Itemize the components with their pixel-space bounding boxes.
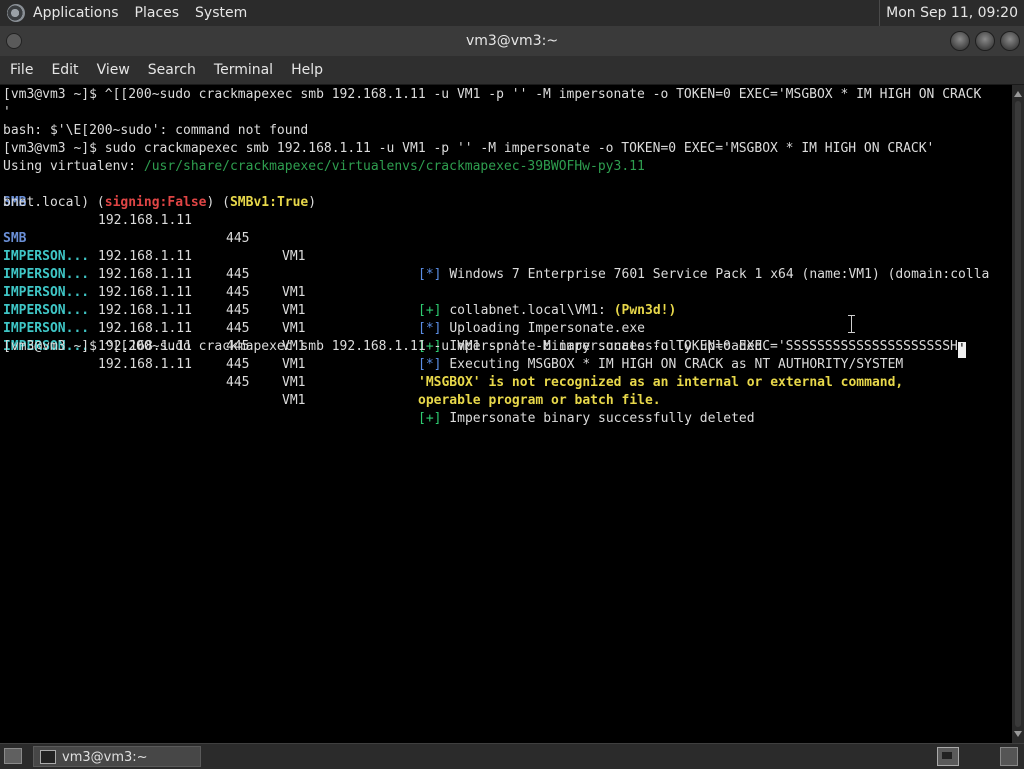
taskbar-window-label: vm3@vm3:~ (62, 750, 148, 765)
terminal-input-line[interactable]: [vm3@vm3 ~]$ ^[[200~sudo crackmapexec sm… (3, 338, 966, 358)
output-row: SMB 192.168.1.11 445 VM1 [*] Windows 7 E… (0, 176, 1010, 282)
status-tag: [*] (418, 357, 442, 372)
text-cursor: ' (957, 342, 966, 358)
bottom-panel: vm3@vm3:~ (0, 743, 1024, 769)
signing-status: signing:False (104, 195, 207, 210)
command-text: ^[[200~sudo crackmapexec smb 192.168.1.1… (104, 87, 982, 102)
message: Impersonate binary successfully deleted (449, 411, 755, 426)
menu-file[interactable]: File (10, 62, 33, 78)
menu-applications[interactable]: Applications (33, 5, 119, 21)
scrollbar-track[interactable] (1015, 101, 1021, 727)
ip-address: 192.168.1.11 (98, 357, 192, 372)
trash-icon[interactable] (1000, 747, 1018, 766)
port: 445 (226, 375, 250, 390)
minimize-icon[interactable] (950, 31, 970, 51)
output-row: IMPERSON... 192.168.1.11 445 VM1 [*] Upl… (0, 230, 1010, 336)
output-row: IMPERSON... 192.168.1.11 445 VM1 [+] Imp… (0, 320, 1010, 426)
prompt: [vm3@vm3 ~]$ (3, 339, 105, 354)
virtualenv-label: Using virtualenv: (3, 159, 144, 174)
prompt: [vm3@vm3 ~]$ (3, 87, 105, 102)
maximize-icon[interactable] (975, 31, 995, 51)
terminal-output[interactable]: [vm3@vm3 ~]$ ^[[200~sudo crackmapexec sm… (0, 85, 1012, 743)
terminal-line: ' (3, 105, 11, 120)
output-row: IMPERSON... 192.168.1.11 445 VM1 [+] Imp… (0, 248, 1010, 354)
port: 445 (226, 357, 250, 372)
error-message: operable program or batch file. (418, 393, 661, 408)
output-row: SMB 192.168.1.11 445 VM1 [+] collabnet.l… (0, 212, 1010, 318)
command-text: sudo crackmapexec smb 192.168.1.11 -u VM… (104, 141, 935, 156)
terminal-line: [vm3@vm3 ~]$ ^[[200~sudo crackmapexec sm… (3, 86, 981, 104)
terminal-menubar: File Edit View Search Terminal Help (0, 56, 1024, 85)
menu-search[interactable]: Search (148, 62, 196, 78)
menu-help[interactable]: Help (291, 62, 323, 78)
smbv1-status: SMBv1:True (229, 195, 309, 210)
terminal-line: bash: $'\E[200~sudo': command not found (3, 123, 309, 138)
wrap-text: ) (308, 195, 317, 210)
wrap-text: ) ( (206, 195, 230, 210)
hostname: VM1 (282, 357, 306, 372)
menu-system[interactable]: System (195, 5, 247, 21)
output-row: IMPERSON... 192.168.1.11 445 VM1 operabl… (0, 302, 1010, 408)
scroll-up-icon[interactable] (1014, 91, 1022, 97)
status-tag: [+] (418, 411, 442, 426)
menu-places[interactable]: Places (135, 5, 180, 21)
hostname: VM1 (282, 375, 306, 390)
terminal-task-icon (40, 750, 56, 764)
virtualenv-path: /usr/share/crackmapexec/virtualenvs/crac… (143, 159, 645, 174)
error-message: 'MSGBOX' is not recognized as an interna… (418, 375, 904, 390)
message: Executing MSGBOX * IM HIGH ON CRACK as N… (449, 357, 904, 372)
distro-logo-icon[interactable] (7, 4, 25, 22)
window-titlebar[interactable]: vm3@vm3:~ (0, 26, 1024, 56)
clock[interactable]: Mon Sep 11, 09:20 (879, 0, 1018, 26)
menu-edit[interactable]: Edit (51, 62, 78, 78)
output-row: IMPERSON... 192.168.1.11 445 VM1 'MSGBOX… (0, 284, 1010, 390)
wrap-text: bnet.local) ( (3, 195, 105, 210)
prompt: [vm3@vm3 ~]$ (3, 141, 105, 156)
workspace-switcher-icon[interactable] (937, 747, 959, 766)
taskbar-window-button[interactable]: vm3@vm3:~ (33, 746, 201, 767)
text-cursor-icon (848, 315, 856, 333)
terminal-line: [vm3@vm3 ~]$ sudo crackmapexec smb 192.1… (3, 140, 934, 158)
show-desktop-icon[interactable] (4, 748, 22, 764)
command-input[interactable]: ^[[200~sudo crackmapexec smb 192.168.1.1… (105, 339, 958, 354)
window-title: vm3@vm3:~ (465, 33, 559, 49)
menu-terminal[interactable]: Terminal (214, 62, 273, 78)
terminal-line: Using virtualenv: /usr/share/crackmapexe… (3, 158, 645, 176)
close-icon[interactable] (1000, 31, 1020, 51)
terminal-line: bnet.local) (signing:False) (SMBv1:True) (3, 194, 316, 212)
top-panel: Applications Places System Mon Sep 11, 0… (0, 0, 1024, 26)
terminal-scrollbar[interactable] (1012, 85, 1024, 743)
menu-view[interactable]: View (97, 62, 130, 78)
hostname: VM1 (282, 393, 306, 408)
output-row: IMPERSON... 192.168.1.11 445 VM1 [*] Exe… (0, 266, 1010, 372)
scroll-down-icon[interactable] (1014, 731, 1022, 737)
